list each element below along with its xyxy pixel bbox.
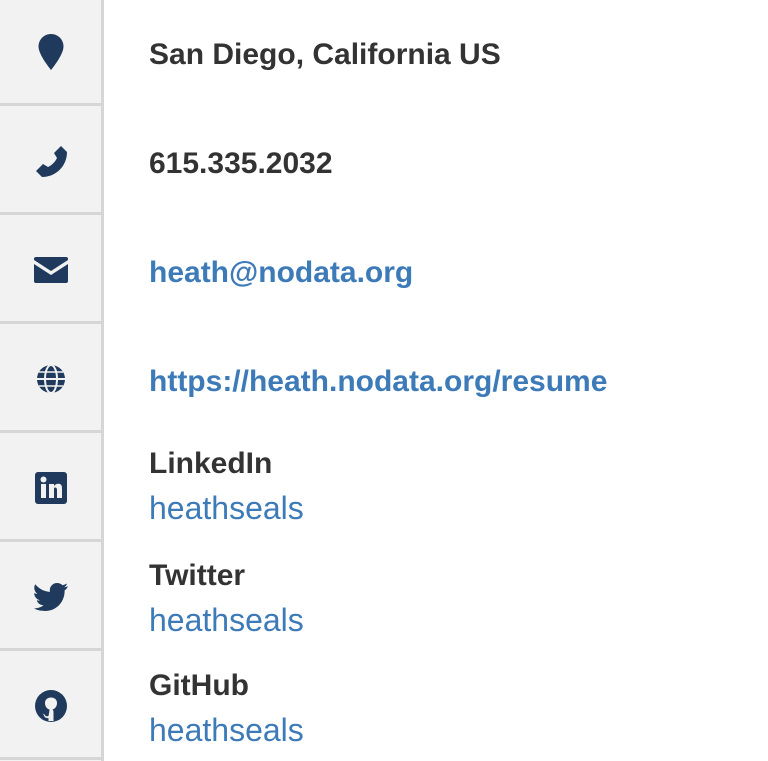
twitter-label: Twitter: [149, 559, 246, 592]
linkedin-username-link[interactable]: heathseals: [149, 484, 304, 532]
globe-icon: [36, 363, 65, 394]
rail-cell-website: [0, 327, 101, 433]
location-text: San Diego, California US: [149, 38, 501, 71]
linkedin-label: LinkedIn: [149, 447, 273, 480]
rail-cell-linkedin: [0, 436, 101, 542]
twitter-icon: [33, 582, 68, 611]
rail-cell-email: [0, 218, 101, 324]
envelope-icon: [33, 256, 68, 283]
linkedin-block: LinkedIn heathseals: [149, 444, 304, 532]
email-link[interactable]: heath@nodata.org: [149, 256, 413, 290]
map-marker-icon: [38, 33, 63, 70]
website-link[interactable]: https://heath.nodata.org/resume: [149, 365, 607, 399]
rail-cell-twitter: [0, 545, 101, 651]
rail-cell-location: [0, 0, 101, 106]
phone-text: 615.335.2032: [149, 147, 333, 180]
github-username-link[interactable]: heathseals: [149, 706, 304, 754]
github-icon: [34, 689, 67, 722]
rail-cell-phone: [0, 109, 101, 215]
github-block: GitHub heathseals: [149, 666, 304, 754]
twitter-username-link[interactable]: heathseals: [149, 596, 304, 644]
phone-icon: [35, 145, 67, 177]
linkedin-icon: [34, 471, 67, 504]
github-label: GitHub: [149, 669, 249, 702]
twitter-block: Twitter heathseals: [149, 556, 304, 644]
rail-cell-github: [0, 654, 101, 760]
icon-rail: [0, 0, 104, 761]
